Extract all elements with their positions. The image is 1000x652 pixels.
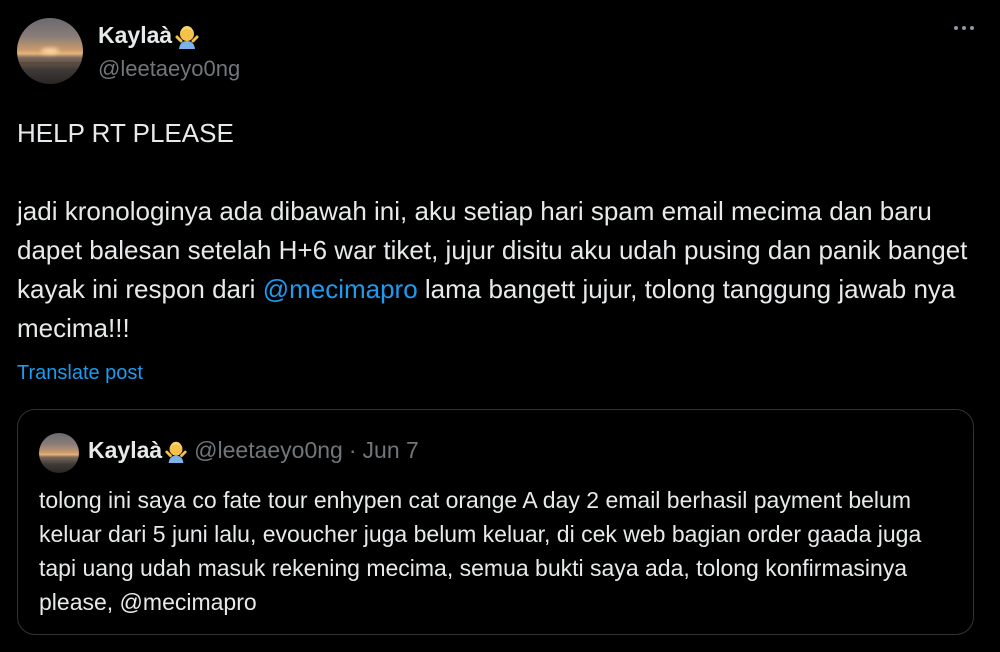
quoted-tweet[interactable]: Kaylaà @leetaeyo0ng · Jun 7 tolong ini s… (17, 409, 974, 635)
person-gesturing-emoji-icon (165, 441, 187, 463)
tweet-paragraph: jadi kronologinya ada dibawah ini, aku s… (17, 192, 987, 348)
quoted-text: tolong ini saya co fate tour enhypen cat… (39, 487, 922, 615)
quoted-date[interactable]: Jun 7 (363, 437, 419, 464)
sunset-sun (41, 48, 59, 54)
author-display-name[interactable]: Kaylaà (98, 22, 172, 49)
author-handle[interactable]: @leetaeyo0ng (98, 56, 240, 82)
more-icon[interactable] (954, 26, 974, 30)
tweet-text: HELP RT PLEASE jadi kronologinya ada dib… (17, 114, 987, 348)
avatar[interactable] (17, 18, 83, 84)
quoted-header: Kaylaà @leetaeyo0ng · Jun 7 (88, 437, 419, 464)
more-dot (954, 26, 958, 30)
quoted-handle[interactable]: @leetaeyo0ng (194, 437, 343, 464)
more-dot (970, 26, 974, 30)
shoreline (17, 62, 83, 65)
translate-post-link[interactable]: Translate post (17, 362, 143, 385)
quoted-avatar[interactable] (39, 433, 79, 473)
tweet-headline: HELP RT PLEASE (17, 118, 234, 148)
quoted-display-name[interactable]: Kaylaà (88, 437, 162, 464)
person-gesturing-emoji-icon (175, 25, 199, 49)
author-name-row: Kaylaà (98, 22, 200, 49)
more-dot (962, 26, 966, 30)
mention-link[interactable]: @mecimapro (263, 274, 418, 304)
quoted-separator: · (348, 437, 357, 463)
